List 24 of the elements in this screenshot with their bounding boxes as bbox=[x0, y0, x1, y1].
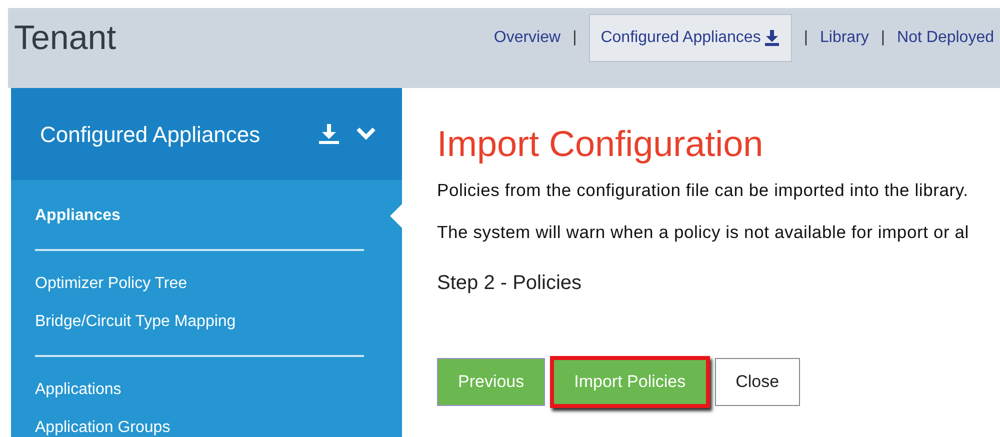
page-heading: Import Configuration bbox=[437, 122, 764, 166]
nav-link[interactable]: Not Deployed bbox=[897, 14, 994, 62]
description-text: Policies from the configuration file can be imported into the library. bbox=[437, 180, 970, 200]
highlighted-button[interactable]: Import Policies bbox=[550, 356, 710, 408]
nav-link[interactable]: Overview bbox=[494, 14, 561, 62]
page-title: Tenant bbox=[14, 18, 116, 58]
chevron-down-icon[interactable] bbox=[356, 127, 376, 141]
nav-link[interactable]: Library bbox=[820, 14, 869, 62]
sidebar-item[interactable]: Bridge/Circuit Type Mapping bbox=[35, 312, 236, 332]
nav-link[interactable]: Configured Appliances bbox=[588, 14, 792, 62]
sidebar-item[interactable]: Optimizer Policy Tree bbox=[35, 274, 188, 294]
description-text: The system will warn when a policy is not available for import or al bbox=[437, 222, 970, 242]
action-button[interactable]: Previous bbox=[437, 358, 546, 406]
sidebar-title: Configured Appliances bbox=[40, 120, 260, 149]
sidebar-item[interactable]: Appliances bbox=[35, 206, 120, 226]
nav-separator: | bbox=[880, 28, 886, 48]
selection-notch bbox=[390, 204, 402, 228]
sidebar-item[interactable]: Application Groups bbox=[35, 418, 170, 437]
action-button[interactable]: Close bbox=[714, 358, 800, 406]
sidebar-item[interactable]: Applications bbox=[35, 380, 122, 400]
nav-separator: | bbox=[572, 28, 577, 48]
download-icon[interactable] bbox=[318, 123, 340, 145]
nav-separator: | bbox=[804, 28, 808, 48]
step-title: Step 2 - Policies bbox=[437, 271, 583, 296]
